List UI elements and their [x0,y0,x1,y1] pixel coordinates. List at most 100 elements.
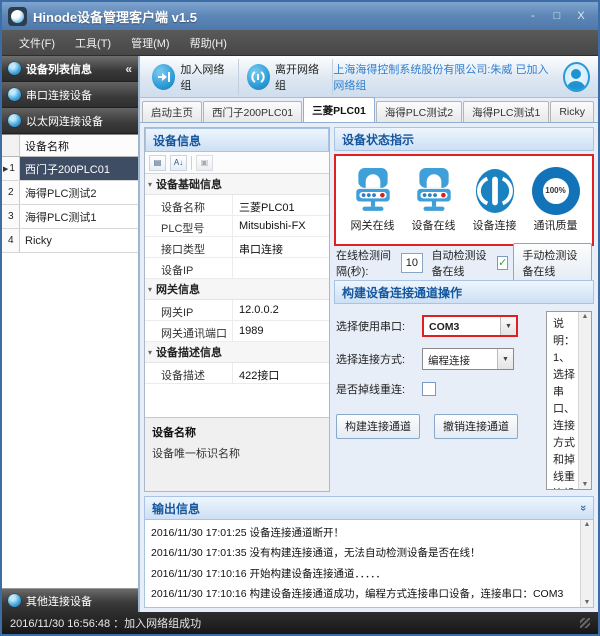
serial-port-select[interactable]: COM3 ▼ [422,315,518,337]
serial-group-icon [8,88,21,101]
device-list-sidebar: 设备列表信息 « 串口连接设备 以太网连接设备 设备名称 ▶1 西门子200 [2,56,140,612]
collapse-output-icon[interactable]: » [577,505,589,511]
tab-ricky[interactable]: Ricky [550,101,594,122]
status-indicator-box: 网关在线 [334,154,594,246]
scroll-down-icon[interactable]: ▼ [582,481,589,488]
tab-home[interactable]: 启动主页 [142,101,202,122]
prop-device-ip[interactable]: 设备IP [145,258,329,279]
join-network-icon [152,64,175,90]
log-line: 2016/11/30 17:01:35 没有构建连接通道，无法自动检测设备是否在… [151,543,574,563]
channel-panel-header: 构建设备连接通道操作 [334,280,594,304]
reconnect-checkbox[interactable] [422,382,436,396]
minimize-button[interactable]: - [526,10,540,22]
prop-device-name[interactable]: 设备名称 三菱PLC01 [145,195,329,216]
title-bar: Hinode设备管理客户端 v1.5 - □ X [2,2,598,30]
gateway-online-indicator: 网关在线 [343,168,403,233]
expander-icon[interactable]: ▾ [148,285,152,294]
collapse-sidebar-icon[interactable]: « [125,62,132,76]
property-description-box: 设备名称 设备唯一标识名称 [145,417,329,491]
ethernet-group-label: 以太网连接设备 [26,113,103,129]
description-title: 设备名称 [152,424,322,440]
output-log-list: 2016/11/30 17:01:25 设备连接通道断开！ 2016/11/30… [145,520,580,607]
device-table: 设备名称 ▶1 西门子200PLC01 2 海得PLC测试2 3 海得PLC测试… [2,134,138,588]
leave-network-button[interactable]: 离开网络组 [239,59,334,95]
expander-icon[interactable]: ▾ [148,348,152,357]
table-row[interactable]: ▶1 西门子200PLC01 [2,157,138,181]
notes-scrollbar[interactable]: ▲ ▼ [578,312,591,489]
user-status-text: 上海海得控制系统股份有限公司:朱威 已加入网络组 [333,61,556,93]
log-line: 2016/11/30 17:01:25 设备连接通道断开！ [151,523,574,543]
tab-siemens200plc01[interactable]: 西门子200PLC01 [203,101,302,122]
maximize-button[interactable]: □ [550,10,564,22]
table-row[interactable]: 2 海得PLC测试2 [2,181,138,205]
tab-haide-plc-test2[interactable]: 海得PLC测试2 [376,101,462,122]
reconnect-label: 是否掉线重连: [336,381,418,397]
property-pages-icon: ▣ [196,155,213,171]
join-network-button[interactable]: 加入网络组 [144,59,239,95]
auto-detect-checkbox[interactable]: ✓ [497,256,508,270]
device-online-icon [414,168,454,214]
menu-bar: 文件(F) 工具(T) 管理(M) 帮助(H) [2,30,598,56]
close-button[interactable]: X [574,10,588,22]
expander-icon[interactable]: ▾ [148,180,152,189]
device-info-header: 设备信息 [145,128,329,152]
table-row[interactable]: 4 Ricky [2,229,138,253]
prop-device-description[interactable]: 设备描述 422接口 [145,363,329,384]
device-table-header: 设备名称 [2,135,138,157]
scroll-up-icon[interactable]: ▲ [584,521,591,528]
description-text: 设备唯一标识名称 [152,445,322,461]
connect-mode-select[interactable]: 编程连接 ▼ [422,348,514,370]
sidebar-group-serial[interactable]: 串口连接设备 [2,82,138,108]
scroll-down-icon[interactable]: ▼ [584,599,591,606]
device-online-indicator: 设备在线 [404,168,464,233]
output-scrollbar[interactable]: ▲ ▼ [580,520,593,607]
prop-interface-type[interactable]: 接口类型 串口连接 [145,237,329,258]
status-bar: 2016/11/30 16:56:48 ：加入网络组成功 [2,612,598,634]
manual-detect-button[interactable]: 手动检测设备在线 [513,243,592,284]
app-logo-icon [8,7,27,26]
status-bar-text: 2016/11/30 16:56:48 ：加入网络组成功 [10,615,201,631]
chevron-down-icon[interactable]: ▼ [500,317,516,335]
main-toolbar: 加入网络组 离开网络组 上海海得控制系统股份有限公司:朱威 已加入网络组 [140,56,598,98]
tab-haide-plc-test1[interactable]: 海得PLC测试1 [463,101,549,122]
leave-network-icon [247,64,270,90]
prop-gateway-port[interactable]: 网关通讯端口 1989 [145,321,329,342]
group-basic-info[interactable]: ▾ 设备基础信息 [145,174,329,195]
group-description-info[interactable]: ▾ 设备描述信息 [145,342,329,363]
output-panel: 输出信息 » 2016/11/30 17:01:25 设备连接通道断开！ 201… [144,496,594,608]
table-row[interactable]: 3 海得PLC测试1 [2,205,138,229]
menu-help[interactable]: 帮助(H) [181,31,236,55]
gateway-online-icon [353,168,393,214]
cancel-channel-button[interactable]: 撤销连接通道 [434,414,518,439]
notes-item-1: 1、选择串口、连接方式和掉线重连操作选项只对串口连接设备有效！ [553,350,575,489]
build-channel-button[interactable]: 构建连接通道 [336,414,420,439]
tab-mitsubishi-plc01[interactable]: 三菱PLC01 [303,97,375,122]
sidebar-group-ethernet[interactable]: 以太网连接设备 [2,108,138,134]
comm-quality-indicator: 100% 通讯质量 [526,168,586,233]
user-avatar-icon[interactable] [563,62,590,92]
az-sort-icon[interactable]: A↓ [170,155,187,171]
sidebar-group-other[interactable]: 其他连接设备 [2,588,138,612]
scroll-up-icon[interactable]: ▲ [582,313,589,320]
other-group-icon [8,594,21,607]
chevron-down-icon[interactable]: ▼ [497,349,513,369]
resize-grip[interactable] [580,618,590,628]
device-connect-indicator: 设备连接 [465,168,525,233]
menu-tools[interactable]: 工具(T) [66,31,120,55]
categorized-view-icon[interactable]: ▤ [149,155,166,171]
output-header-label: 输出信息 [152,500,200,517]
comm-quality-icon: 100% [533,168,579,214]
tab-bar: 启动主页 西门子200PLC01 三菱PLC01 海得PLC测试2 海得PLC测… [140,98,598,123]
prop-gateway-ip[interactable]: 网关IP 12.0.0.2 [145,300,329,321]
property-grid-toolbar: ▤ A↓ ▣ [145,152,329,174]
interval-input[interactable]: 10 [401,253,422,273]
ethernet-group-icon [8,114,21,127]
prop-plc-model[interactable]: PLC型号 Mitsubishi-FX [145,216,329,237]
device-info-panel: 设备信息 ▤ A↓ ▣ ▾ 设备基础信息 设备名称 [144,127,330,492]
device-name-column-header: 设备名称 [20,135,138,156]
sidebar-header[interactable]: 设备列表信息 « [2,56,138,82]
device-connect-icon [474,168,516,214]
menu-manage[interactable]: 管理(M) [122,31,179,55]
menu-file[interactable]: 文件(F) [10,31,64,55]
group-gateway-info[interactable]: ▾ 网关信息 [145,279,329,300]
